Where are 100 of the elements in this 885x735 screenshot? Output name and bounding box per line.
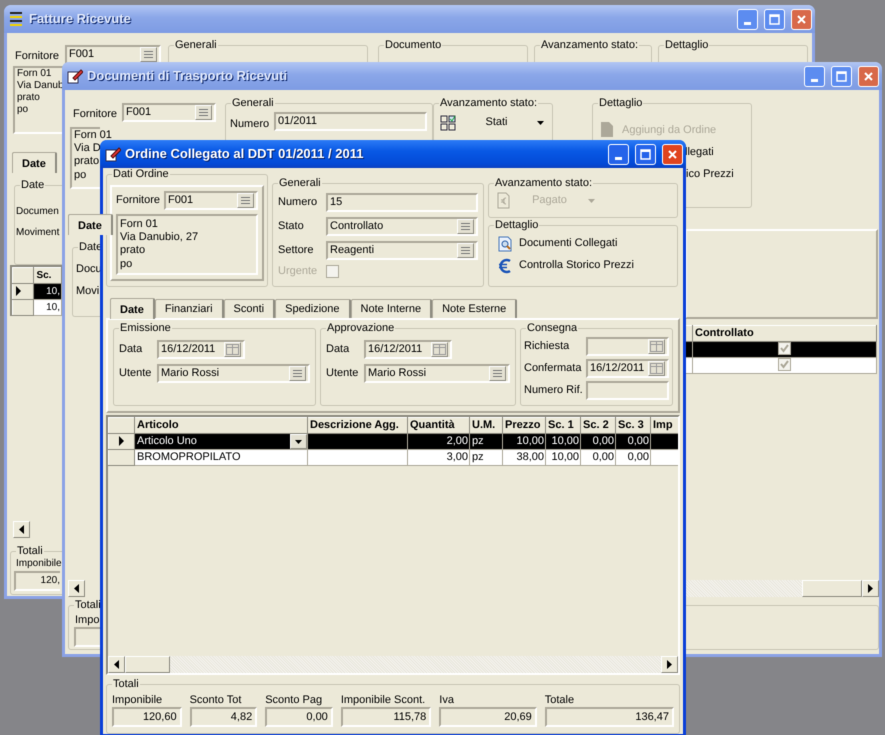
calendar-button[interactable] bbox=[224, 342, 241, 357]
group-title: Consegna bbox=[526, 322, 578, 336]
maximize-button[interactable] bbox=[831, 66, 852, 86]
lookup-button[interactable] bbox=[237, 193, 254, 208]
input-field[interactable]: Controllato bbox=[326, 217, 478, 236]
close-button[interactable] bbox=[791, 8, 812, 30]
calendar-button[interactable] bbox=[648, 339, 665, 354]
euro-icon bbox=[497, 258, 513, 274]
input-field[interactable]: Reagenti bbox=[326, 241, 478, 260]
calendar-button[interactable] bbox=[648, 361, 665, 376]
group-title: Dettaglio bbox=[494, 219, 540, 232]
checkbox[interactable] bbox=[778, 358, 791, 372]
field-label: Iva bbox=[439, 694, 455, 708]
date-field[interactable] bbox=[586, 337, 669, 356]
tab[interactable]: Date bbox=[12, 152, 57, 173]
left-arrow-icon bbox=[19, 525, 24, 534]
field-label: Data bbox=[119, 342, 144, 356]
field-label: Numero Rif. bbox=[524, 384, 584, 398]
window-title: Documenti di Trasporto Ricevuti bbox=[87, 68, 288, 84]
close-icon bbox=[667, 148, 678, 160]
lookup-button[interactable] bbox=[195, 105, 212, 120]
lines-icon bbox=[492, 369, 503, 378]
tab[interactable]: Spedizione bbox=[275, 299, 351, 318]
minimize-icon bbox=[811, 78, 818, 82]
scroll-left-button[interactable] bbox=[68, 580, 85, 597]
field-label: Settore bbox=[278, 244, 314, 258]
lookup-button[interactable] bbox=[489, 366, 506, 381]
column-header: U.M. bbox=[470, 418, 502, 434]
checkbox[interactable] bbox=[778, 342, 791, 355]
input-field[interactable]: F001 bbox=[122, 103, 216, 122]
table-cell: 10,00 bbox=[502, 434, 546, 450]
close-button[interactable] bbox=[858, 66, 879, 86]
address-line: po bbox=[17, 104, 28, 116]
action-link[interactable]: Controlla Storico Prezzi bbox=[497, 258, 669, 274]
input-field[interactable] bbox=[586, 381, 669, 400]
field-label: Confermata bbox=[524, 362, 582, 376]
date-field[interactable]: 16/12/2011 bbox=[157, 340, 245, 359]
field-label: Totale bbox=[544, 694, 576, 708]
input-field[interactable]: 15 bbox=[326, 193, 478, 212]
tab[interactable]: Date bbox=[110, 298, 155, 319]
table-cell: 3,00 bbox=[408, 450, 470, 466]
row-header[interactable] bbox=[108, 434, 134, 450]
calendar-button[interactable] bbox=[431, 342, 448, 357]
lines-icon bbox=[240, 196, 251, 205]
field-label: Fornitore bbox=[73, 108, 118, 122]
table-cell: pz bbox=[470, 434, 502, 450]
input-field[interactable]: F001 bbox=[65, 45, 161, 64]
table-cell: 0,00 bbox=[580, 434, 616, 450]
scroll-right-button[interactable] bbox=[661, 656, 678, 673]
combo-field[interactable]: Articolo Uno bbox=[136, 434, 306, 448]
input-field[interactable]: Mario Rossi bbox=[157, 364, 310, 383]
address-line: Forn 01 bbox=[74, 129, 112, 142]
minimize-button[interactable] bbox=[608, 144, 629, 164]
action-link[interactable]: ico Prezzi bbox=[686, 168, 734, 182]
minimize-button[interactable] bbox=[737, 8, 758, 30]
tab[interactable]: Finanziari bbox=[154, 299, 224, 318]
status-dropdown[interactable]: Stati bbox=[438, 113, 546, 133]
scroll-right-button[interactable] bbox=[862, 580, 879, 597]
field-label: Numero bbox=[278, 196, 318, 210]
table-cell[interactable]: BROMOPROPILATO bbox=[134, 450, 308, 466]
close-button[interactable] bbox=[662, 144, 683, 164]
action-link[interactable]: llegati bbox=[685, 146, 714, 160]
field-label: Moviment bbox=[16, 227, 60, 239]
lookup-button[interactable] bbox=[457, 219, 474, 234]
scrollbar-thumb[interactable] bbox=[802, 580, 862, 597]
minimize-button[interactable] bbox=[804, 66, 825, 86]
field-label: Fornitore bbox=[116, 194, 160, 208]
table-cell: 0,00 bbox=[580, 450, 616, 466]
action-link[interactable]: Documenti Collegati bbox=[497, 236, 669, 252]
scrollbar-thumb[interactable] bbox=[125, 656, 170, 673]
lookup-button[interactable] bbox=[140, 47, 157, 62]
input-field[interactable]: Mario Rossi bbox=[364, 364, 510, 383]
lookup-button[interactable] bbox=[457, 243, 474, 258]
scroll-left-button[interactable] bbox=[13, 521, 30, 538]
tab[interactable]: Note Esterne bbox=[432, 299, 518, 318]
field-label: Utente bbox=[326, 366, 360, 380]
lines-icon bbox=[198, 108, 209, 117]
row-header[interactable] bbox=[12, 284, 34, 300]
maximize-icon bbox=[836, 70, 847, 82]
column-header: Sc. 1 bbox=[546, 418, 580, 434]
lookup-button[interactable] bbox=[289, 366, 306, 381]
input-field[interactable]: F001 bbox=[164, 191, 258, 210]
scroll-left-button[interactable] bbox=[108, 656, 125, 673]
maximize-button[interactable] bbox=[764, 8, 785, 30]
tab[interactable]: Sconti bbox=[224, 299, 276, 318]
right-arrow-icon bbox=[667, 660, 672, 669]
group-title: Dettaglio bbox=[664, 39, 710, 52]
dropdown-button[interactable] bbox=[290, 434, 306, 448]
field-label: Fornitore bbox=[15, 50, 60, 64]
window-title: Fatture Ricevute bbox=[29, 11, 132, 27]
date-field[interactable]: 16/12/2011 bbox=[364, 340, 452, 359]
tab[interactable]: Note Interne bbox=[350, 299, 432, 318]
maximize-button[interactable] bbox=[635, 144, 656, 164]
list-icon bbox=[9, 11, 25, 27]
tab[interactable]: Date bbox=[68, 214, 113, 235]
right-arrow-icon bbox=[868, 584, 873, 593]
address-line: po bbox=[74, 168, 86, 182]
input-field[interactable]: 01/2011 bbox=[274, 112, 427, 131]
calendar-icon bbox=[650, 341, 663, 352]
date-field[interactable]: 16/12/2011 bbox=[586, 359, 669, 378]
